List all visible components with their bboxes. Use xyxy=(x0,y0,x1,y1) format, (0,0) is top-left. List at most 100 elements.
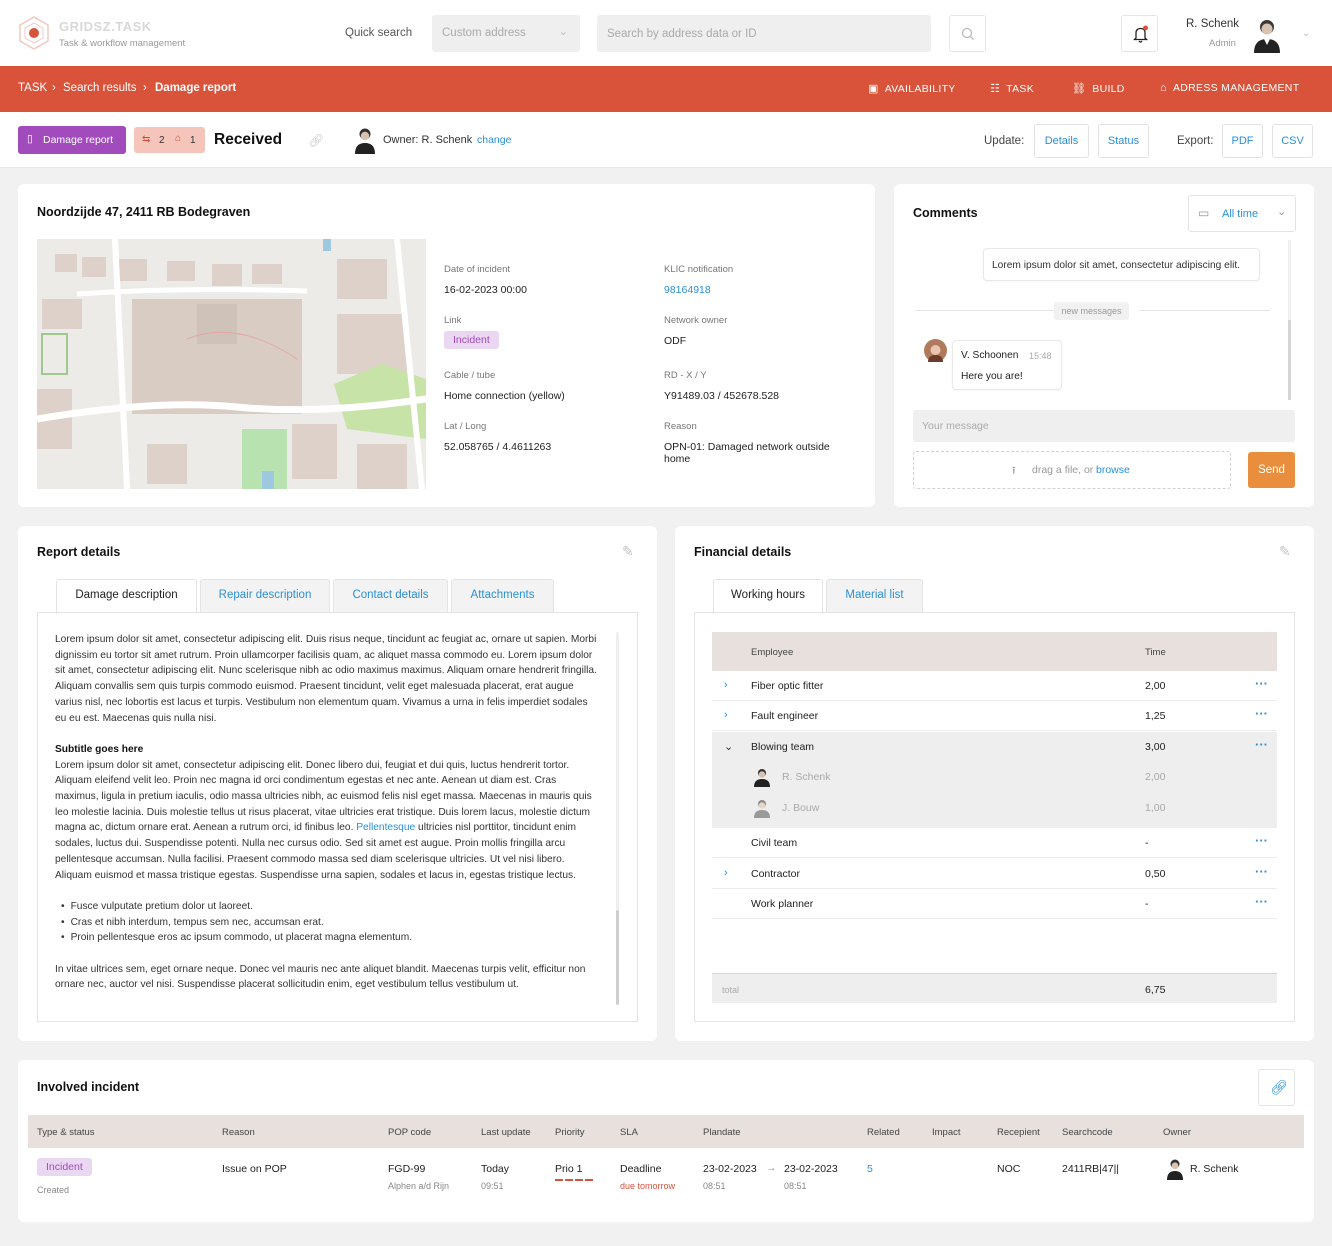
incident-tag[interactable]: Incident xyxy=(444,331,499,349)
employee-time: 1,00 xyxy=(1145,802,1166,814)
column-header: Recepient xyxy=(997,1127,1040,1138)
employee-time: 3,00 xyxy=(1145,741,1166,753)
tab-attachments[interactable]: Attachments xyxy=(451,579,554,612)
search-input[interactable] xyxy=(597,15,931,52)
table-row[interactable]: Civil team - ··· xyxy=(712,828,1277,858)
table-row[interactable]: Work planner - ··· xyxy=(712,889,1277,919)
last-update-time: 09:51 xyxy=(481,1181,504,1191)
scrollbar-thumb[interactable] xyxy=(1288,320,1291,400)
chevron-right-icon[interactable]: › xyxy=(724,679,728,691)
house-icon: ⌂ xyxy=(175,133,182,144)
plan-from: 23-02-2023 xyxy=(703,1163,757,1175)
link-button[interactable]: 🔗︎ xyxy=(1258,1069,1295,1106)
search-button[interactable] xyxy=(949,15,986,52)
nav-label: AVAILABILITY xyxy=(884,83,956,95)
chevron-right-icon[interactable]: › xyxy=(724,709,728,721)
address-title: Noordzijde 47, 2411 RB Bodegraven xyxy=(37,205,251,219)
more-icon[interactable]: ··· xyxy=(1255,864,1268,879)
recipient: NOC xyxy=(997,1163,1021,1175)
network-owner-value: ODF xyxy=(664,335,687,347)
address-icon: ⌂ xyxy=(1160,82,1167,94)
build-icon: ⛓ xyxy=(1072,83,1087,95)
avatar xyxy=(754,800,770,818)
nav-build[interactable]: ⛓ BUILD xyxy=(1072,82,1125,95)
sla: Deadline xyxy=(620,1163,662,1175)
notifications-button[interactable] xyxy=(1121,15,1158,52)
more-icon[interactable]: ··· xyxy=(1255,737,1268,752)
date-label: Date of incident xyxy=(444,264,511,275)
route-icon: ⇆ xyxy=(142,134,151,145)
nav-availability[interactable]: ▣ AVAILABILITY xyxy=(868,82,956,95)
export-csv-button[interactable]: CSV xyxy=(1272,124,1313,158)
damage-report-button[interactable]: ▯ Damage report xyxy=(18,126,126,154)
chevron-down-icon[interactable]: ⌄ xyxy=(724,740,733,753)
address-select[interactable]: Custom address ⌄ xyxy=(432,15,580,52)
message-input[interactable] xyxy=(913,410,1295,442)
scrollbar-thumb[interactable] xyxy=(616,910,619,1005)
more-icon[interactable]: ··· xyxy=(1255,833,1268,848)
period-select[interactable]: ▭ All time ⌄ xyxy=(1188,195,1296,232)
more-icon[interactable]: ··· xyxy=(1255,894,1268,909)
klic-link[interactable]: 98164918 xyxy=(664,284,711,296)
location-map[interactable] xyxy=(37,239,426,489)
app-tagline: Task & workflow management xyxy=(59,38,186,49)
update-status-button[interactable]: Status xyxy=(1098,124,1149,158)
latlong-label: Lat / Long xyxy=(444,421,487,432)
browse-link[interactable]: browse xyxy=(1096,464,1130,476)
latlong-value: 52.058765 / 4.4611263 xyxy=(444,441,552,453)
pellentesque-link[interactable]: Pellentesque xyxy=(356,822,415,833)
update-label: Update: xyxy=(984,135,1025,147)
edit-icon[interactable]: ✎ xyxy=(1279,543,1291,560)
status-badges[interactable]: ⇆ 2 ⌂ 1 xyxy=(134,127,205,153)
klic-label: KLIC notification xyxy=(664,264,734,275)
bullet-list: Fusce vulputate pretium dolor ut laoreet… xyxy=(55,899,600,946)
link-icon[interactable]: 🔗︎ xyxy=(308,133,325,149)
update-details-button[interactable]: Details xyxy=(1034,124,1089,158)
date-value: 16-02-2023 00:00 xyxy=(444,284,527,296)
rd-label: RD - X / Y xyxy=(664,370,707,381)
employee-time: 2,00 xyxy=(1145,680,1166,692)
send-button[interactable]: Send xyxy=(1248,452,1295,488)
table-row[interactable]: › Fault engineer 1,25 ··· xyxy=(712,701,1277,731)
comment-bubble: Lorem ipsum dolor sit amet, consectetur … xyxy=(983,248,1260,281)
search-icon xyxy=(961,27,974,40)
table-row[interactable]: › Fiber optic fitter 2,00 ··· xyxy=(712,671,1277,701)
column-header: POP code xyxy=(388,1127,432,1138)
paragraph: Lorem ipsum dolor sit amet, consectetur … xyxy=(55,634,597,724)
file-dropzone[interactable]: ⭱ drag a file, or browse xyxy=(913,451,1231,489)
nav-label: TASK xyxy=(1006,83,1035,95)
total-value: 6,75 xyxy=(1145,984,1166,996)
table-row[interactable]: ⌄ Blowing team 3,00 ··· xyxy=(712,732,1277,762)
avatar[interactable] xyxy=(1250,15,1284,53)
availability-icon: ▣ xyxy=(868,83,879,95)
breadcrumb-search-results[interactable]: Search results xyxy=(63,82,137,94)
tab-working-hours[interactable]: Working hours xyxy=(713,579,823,614)
status-title: Received xyxy=(214,131,283,148)
change-owner-link[interactable]: change xyxy=(477,134,511,146)
export-pdf-button[interactable]: PDF xyxy=(1222,124,1263,158)
employee-time: - xyxy=(1145,898,1149,910)
tab-material-list[interactable]: Material list xyxy=(826,579,923,612)
upload-icon: ⭱ xyxy=(1012,465,1016,477)
avatar xyxy=(1167,1159,1183,1180)
avatar xyxy=(754,769,770,787)
table-row[interactable]: › Contractor 0,50 ··· xyxy=(712,859,1277,889)
tab-repair-description[interactable]: Repair description xyxy=(200,579,330,612)
address-select-value: Custom address xyxy=(442,27,526,39)
edit-icon[interactable]: ✎ xyxy=(622,543,634,560)
incident-owner: R. Schenk xyxy=(1190,1163,1239,1175)
task-count: 2 xyxy=(159,135,165,146)
employee-time: 2,00 xyxy=(1145,771,1166,783)
logo-icon xyxy=(19,16,49,50)
chevron-right-icon[interactable]: › xyxy=(724,867,728,879)
more-icon[interactable]: ··· xyxy=(1255,676,1268,691)
more-icon[interactable]: ··· xyxy=(1255,706,1268,721)
related-link[interactable]: 5 xyxy=(867,1163,873,1175)
nav-task[interactable]: ☷ TASK xyxy=(990,82,1034,95)
nav-address-management[interactable]: ⌂ ADRESS MANAGEMENT xyxy=(1160,82,1299,94)
chevron-down-icon[interactable]: ⌄ xyxy=(1302,28,1310,39)
breadcrumb-task[interactable]: TASK xyxy=(18,82,47,94)
tab-contact-details[interactable]: Contact details xyxy=(333,579,448,612)
incident-type-tag[interactable]: Incident xyxy=(37,1158,92,1176)
tab-damage-description[interactable]: Damage description xyxy=(56,579,197,614)
